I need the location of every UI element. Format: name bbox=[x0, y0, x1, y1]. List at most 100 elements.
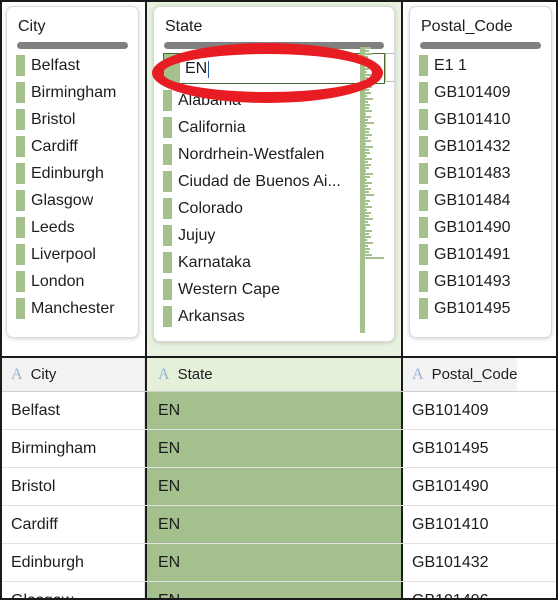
filter-option-item[interactable]: GB101484 bbox=[410, 187, 551, 214]
table-row[interactable]: GlasgowENGB101496 bbox=[2, 582, 556, 599]
table-row[interactable]: Bristol EN GB101490 bbox=[2, 468, 556, 506]
filter-option-item[interactable]: E1 1 bbox=[410, 52, 551, 79]
state-search-secondary-box[interactable] bbox=[385, 53, 394, 82]
checkbox-checked-icon[interactable] bbox=[16, 163, 25, 184]
filter-option-item[interactable]: Arkansas bbox=[154, 303, 394, 330]
state-search-input[interactable]: EN bbox=[163, 53, 385, 84]
filter-option-item[interactable]: Nordrhein-Westfalen bbox=[154, 141, 394, 168]
checkbox-checked-icon[interactable] bbox=[16, 109, 25, 130]
filter-panel-city[interactable]: City Belfast Birmingham Bristol Cardiff Edin… bbox=[6, 6, 139, 338]
table-cell-postal_code[interactable]: GB101410 bbox=[403, 506, 489, 543]
checkbox-checked-icon[interactable] bbox=[163, 144, 172, 165]
filter-option-item[interactable]: Ciudad de Buenos Ai... bbox=[154, 168, 394, 195]
checkbox-checked-icon[interactable] bbox=[419, 298, 428, 319]
filter-panel-state[interactable]: State EN Alabama California Nordrhein-West… bbox=[153, 6, 395, 342]
checkbox-checked-icon[interactable] bbox=[419, 55, 428, 76]
table-row[interactable]: Cardiff EN GB101410 bbox=[2, 506, 556, 544]
table-cell-city[interactable]: Birmingham bbox=[2, 430, 145, 467]
checkbox-checked-icon[interactable] bbox=[163, 90, 172, 111]
filter-panel-scrollbar-city[interactable] bbox=[17, 42, 128, 49]
filter-option-item[interactable]: Birmingham bbox=[7, 79, 138, 106]
checkbox-checked-icon[interactable] bbox=[16, 298, 25, 319]
column-header-city[interactable]: A City bbox=[2, 358, 145, 391]
table-cell-postal_code[interactable]: GB101432 bbox=[403, 544, 489, 581]
filter-option-item[interactable]: Leeds bbox=[7, 214, 138, 241]
checkbox-checked-icon[interactable] bbox=[16, 271, 25, 292]
checkbox-checked-icon[interactable] bbox=[163, 279, 172, 300]
table-cell-state[interactable]: EN bbox=[145, 468, 403, 505]
filter-option-item[interactable]: Manchester bbox=[7, 295, 138, 322]
table-cell-city[interactable]: Belfast bbox=[2, 392, 145, 429]
filter-option-item[interactable]: Karnataka bbox=[154, 249, 394, 276]
filter-option-list-state[interactable]: Alabama California Nordrhein-Westfalen Ciud… bbox=[154, 86, 394, 330]
filter-option-item[interactable]: GB101493 bbox=[410, 268, 551, 295]
table-row[interactable]: Belfast EN GB101409 bbox=[2, 392, 556, 430]
checkbox-checked-icon[interactable] bbox=[419, 82, 428, 103]
checkbox-checked-icon[interactable] bbox=[16, 55, 25, 76]
table-cell-city[interactable]: Bristol bbox=[2, 468, 145, 505]
filter-option-item[interactable]: Jujuy bbox=[154, 222, 394, 249]
table-cell-postal_code[interactable]: GB101495 bbox=[403, 430, 489, 467]
filter-option-item[interactable]: Belfast bbox=[7, 52, 138, 79]
filter-option-item[interactable]: Liverpool bbox=[7, 241, 138, 268]
filter-option-item[interactable]: GB101432 bbox=[410, 133, 551, 160]
checkbox-checked-icon[interactable] bbox=[163, 306, 172, 327]
table-cell-state[interactable]: EN bbox=[145, 544, 403, 581]
filter-option-item[interactable]: GB101495 bbox=[410, 295, 551, 322]
state-search-input-value[interactable]: EN bbox=[180, 60, 210, 78]
table-row[interactable]: Birmingham EN GB101495 bbox=[2, 430, 556, 468]
filter-option-item[interactable]: GB101491 bbox=[410, 241, 551, 268]
checkbox-checked-icon[interactable] bbox=[163, 198, 172, 219]
table-cell-postal_code[interactable]: GB101490 bbox=[403, 468, 489, 505]
checkbox-checked-icon[interactable] bbox=[419, 163, 428, 184]
checkbox-checked-icon[interactable] bbox=[16, 217, 25, 238]
filter-option-item[interactable]: GB101410 bbox=[410, 106, 551, 133]
checkbox-checked-icon[interactable] bbox=[419, 244, 428, 265]
table-cell-state[interactable]: EN bbox=[145, 392, 403, 429]
checkbox-checked-icon[interactable] bbox=[419, 217, 428, 238]
filter-option-label: California bbox=[178, 118, 246, 136]
table-cell-postal_code[interactable]: GB101409 bbox=[403, 392, 489, 429]
table-cell-state[interactable]: EN bbox=[145, 430, 403, 467]
table-cell-city[interactable]: Edinburgh bbox=[2, 544, 145, 581]
table-cell-state[interactable]: EN bbox=[145, 582, 403, 598]
table-cell-postal_code[interactable]: GB101496 bbox=[403, 582, 489, 599]
filter-option-list-postal-code[interactable]: E1 1 GB101409 GB101410 GB101432 GB101483 GB10… bbox=[410, 51, 551, 322]
table-cell-city[interactable]: Glasgow bbox=[2, 582, 145, 598]
filter-option-label: GB101495 bbox=[434, 299, 511, 317]
filter-option-item[interactable]: London bbox=[7, 268, 138, 295]
checkbox-checked-icon[interactable] bbox=[16, 244, 25, 265]
checkbox-checked-icon[interactable] bbox=[163, 225, 172, 246]
checkbox-checked-icon[interactable] bbox=[163, 252, 172, 273]
filter-option-item[interactable]: GB101409 bbox=[410, 79, 551, 106]
checkbox-checked-icon[interactable] bbox=[419, 190, 428, 211]
filter-panel-scrollbar-state[interactable] bbox=[164, 42, 384, 49]
checkbox-checked-icon[interactable] bbox=[419, 136, 428, 157]
checkbox-checked-icon[interactable] bbox=[419, 109, 428, 130]
filter-option-item[interactable]: GB101483 bbox=[410, 160, 551, 187]
search-checkbox-icon[interactable] bbox=[164, 54, 180, 83]
table-cell-state[interactable]: EN bbox=[145, 506, 403, 543]
table-row[interactable]: Edinburgh EN GB101432 bbox=[2, 544, 556, 582]
checkbox-checked-icon[interactable] bbox=[16, 136, 25, 157]
column-header-state[interactable]: A State bbox=[145, 358, 403, 391]
filter-option-list-city[interactable]: Belfast Birmingham Bristol Cardiff Edinburgh… bbox=[7, 51, 138, 322]
checkbox-checked-icon[interactable] bbox=[163, 117, 172, 138]
filter-option-item[interactable]: Alabama bbox=[154, 87, 394, 114]
checkbox-checked-icon[interactable] bbox=[16, 190, 25, 211]
table-cell-city[interactable]: Cardiff bbox=[2, 506, 145, 543]
checkbox-checked-icon[interactable] bbox=[419, 271, 428, 292]
filter-option-item[interactable]: Edinburgh bbox=[7, 160, 138, 187]
filter-option-item[interactable]: GB101490 bbox=[410, 214, 551, 241]
filter-panel-postal-code[interactable]: Postal_Code E1 1 GB101409 GB101410 GB101432… bbox=[409, 6, 552, 338]
filter-option-item[interactable]: Cardiff bbox=[7, 133, 138, 160]
filter-option-item[interactable]: Glasgow bbox=[7, 187, 138, 214]
filter-option-item[interactable]: Bristol bbox=[7, 106, 138, 133]
checkbox-checked-icon[interactable] bbox=[163, 171, 172, 192]
filter-panel-scrollbar-postal-code[interactable] bbox=[420, 42, 541, 49]
filter-option-item[interactable]: California bbox=[154, 114, 394, 141]
filter-option-item[interactable]: Western Cape bbox=[154, 276, 394, 303]
column-header-postal_code[interactable]: A Postal_Code bbox=[403, 358, 518, 391]
checkbox-checked-icon[interactable] bbox=[16, 82, 25, 103]
filter-option-item[interactable]: Colorado bbox=[154, 195, 394, 222]
